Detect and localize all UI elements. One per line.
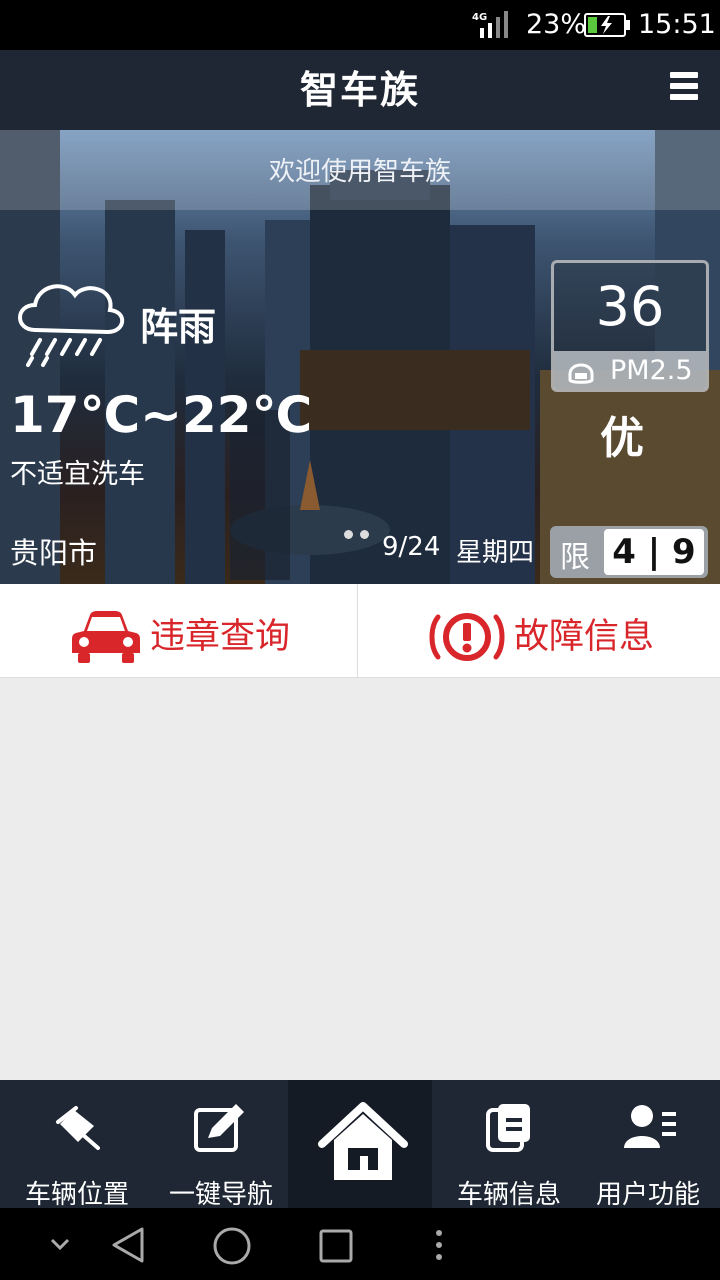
clock: 15:51	[638, 9, 716, 40]
traffic-restriction: 限 4 | 9	[550, 526, 708, 578]
user-list-icon	[624, 1105, 676, 1148]
nav-one-key-navigation[interactable]: 一键导航	[144, 1080, 298, 1210]
warning-icon	[429, 613, 505, 661]
document-icon	[486, 1104, 530, 1152]
pm25-label-bar: PM2.5	[554, 351, 706, 389]
weather-banner[interactable]: 欢迎使用智车族 阵雨 17℃~22℃ 不适宜洗车 36 PM2.5 优 贵阳市 …	[0, 130, 720, 584]
restriction-numbers: 4 | 9	[604, 529, 704, 575]
weekday: 星期四	[456, 538, 535, 568]
home-circle-icon[interactable]	[212, 1226, 252, 1266]
mask-icon	[568, 363, 594, 384]
page-indicator	[344, 524, 376, 543]
menu-icon[interactable]	[670, 72, 698, 108]
fault-info-label: 故障信息	[514, 617, 655, 657]
air-quality: 优	[600, 413, 644, 464]
nav-label: 车辆信息	[456, 1180, 561, 1210]
battery-percent: 23%	[526, 9, 587, 40]
recents-icon[interactable]	[318, 1228, 354, 1264]
violation-query-button[interactable]: 违章查询	[0, 584, 356, 678]
nav-home[interactable]	[288, 1080, 432, 1208]
quick-actions: 违章查询 故障信息	[0, 584, 720, 678]
date: 9/24	[382, 532, 441, 562]
pm25-label: PM2.5	[610, 355, 693, 386]
more-options-icon[interactable]	[434, 1228, 444, 1262]
system-navigation-bar	[0, 1208, 720, 1280]
network-type: 4G	[472, 12, 487, 23]
nav-label: 车辆位置	[24, 1180, 129, 1210]
weather-condition: 阵雨	[140, 305, 217, 349]
app-header: 智车族	[0, 50, 720, 130]
city-name: 贵阳市	[10, 536, 98, 570]
edit-icon	[194, 1104, 244, 1152]
car-icon	[72, 611, 140, 663]
fault-info-button[interactable]: 故障信息	[357, 584, 720, 678]
violation-query-label: 违章查询	[150, 617, 291, 657]
nav-user-functions[interactable]: 用户功能	[576, 1080, 720, 1210]
temperature-range: 17℃~22℃	[10, 386, 313, 444]
nav-label: 一键导航	[168, 1180, 273, 1210]
welcome-text: 欢迎使用智车族	[0, 130, 720, 210]
nav-label: 用户功能	[595, 1180, 700, 1210]
bottom-navigation: 车辆位置 一键导航 车辆信息 用户功能	[0, 1080, 720, 1210]
app-title: 智车族	[299, 68, 420, 112]
rain-cloud-icon	[18, 284, 125, 367]
battery-icon	[584, 13, 630, 37]
pm25-panel: 36 PM2.5	[551, 260, 709, 392]
nav-vehicle-info[interactable]: 车辆信息	[432, 1080, 586, 1210]
collapse-chevron-icon[interactable]	[50, 1236, 70, 1252]
restriction-label: 限	[560, 540, 590, 575]
back-icon[interactable]	[110, 1226, 146, 1264]
nav-vehicle-location[interactable]: 车辆位置	[0, 1080, 154, 1210]
home-icon	[318, 1102, 408, 1180]
signal-icon: 4G	[472, 11, 508, 38]
pm25-value: 36	[595, 275, 665, 338]
status-bar: 4G 23% 15:51	[0, 0, 720, 50]
pin-icon	[56, 1106, 100, 1150]
car-wash-advice: 不适宜洗车	[10, 459, 145, 490]
